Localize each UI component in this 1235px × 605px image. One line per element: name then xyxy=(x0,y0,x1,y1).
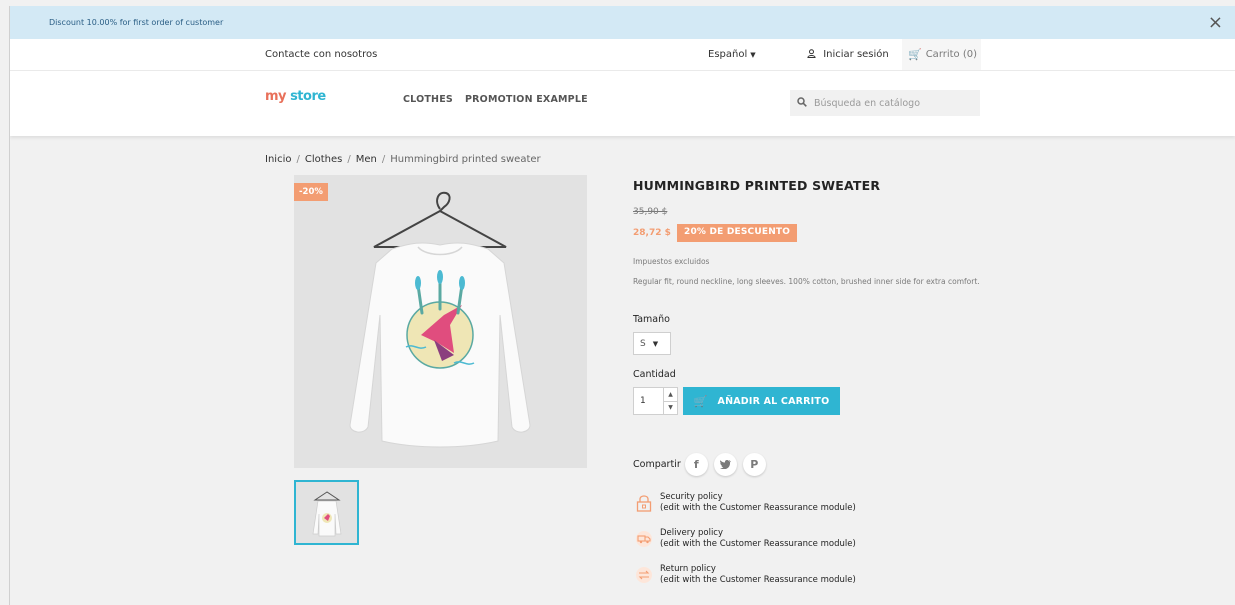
quantity-down-icon[interactable]: ▼ xyxy=(664,402,677,415)
cart-button[interactable]: 🛒 Carrito (0) xyxy=(902,39,981,70)
page: Discount 10.00% for first order of custo… xyxy=(9,6,1235,605)
twitter-icon[interactable] xyxy=(713,453,737,476)
facebook-icon[interactable]: f xyxy=(684,453,708,476)
add-to-cart-button[interactable]: 🛒 AÑADIR AL CARRITO xyxy=(683,387,840,415)
reassurance-subtitle: (edit with the Customer Reassurance modu… xyxy=(660,575,856,585)
top-nav: Contacte con nosotros Español ▼ Iniciar s… xyxy=(10,39,1235,71)
logo-store: store xyxy=(290,89,326,104)
language-label: Español xyxy=(708,49,748,60)
breadcrumb-men[interactable]: Men xyxy=(356,154,377,165)
search-placeholder: Búsqueda en catálogo xyxy=(814,97,921,109)
quantity-label: Cantidad xyxy=(633,369,676,380)
size-value: S xyxy=(640,338,646,349)
quantity-stepper[interactable]: 1 ▲ ▼ xyxy=(633,387,678,415)
size-label: Tamaño xyxy=(633,314,670,325)
search-icon xyxy=(797,96,807,110)
share-section: Compartir f P xyxy=(633,453,766,476)
product-description: Regular fit, round neckline, long sleeve… xyxy=(633,277,980,286)
discount-badge: 20% DE DESCUENTO xyxy=(677,224,798,242)
discount-flag: -20% xyxy=(294,183,328,201)
cart-icon: 🛒 xyxy=(908,48,922,61)
search-input[interactable]: Búsqueda en catálogo xyxy=(790,90,980,116)
quantity-buttons: ▲ ▼ xyxy=(663,388,677,414)
signin-link[interactable]: Iniciar sesión xyxy=(807,49,889,60)
regular-price: 35,90 $ xyxy=(633,207,668,217)
reassurance-item-return: Return policy (edit with the Customer Rea… xyxy=(635,564,856,586)
cart-label: Carrito (0) xyxy=(925,49,978,60)
product-thumbnail[interactable] xyxy=(294,480,359,545)
reassurance-item-security: Security policy (edit with the Customer R… xyxy=(635,492,856,514)
breadcrumb-clothes[interactable]: Clothes xyxy=(305,154,343,165)
sweater-illustration xyxy=(349,191,531,448)
size-select[interactable]: S ▼ xyxy=(633,332,671,355)
language-selector[interactable]: Español ▼ xyxy=(708,49,756,60)
logo-my: my xyxy=(265,89,287,104)
current-price: 28,72 $ xyxy=(633,228,671,238)
reassurance-title: Delivery policy xyxy=(660,528,724,538)
lock-icon xyxy=(635,494,653,512)
breadcrumb-home[interactable]: Inicio xyxy=(265,154,291,165)
promo-bar: Discount 10.00% for first order of custo… xyxy=(10,6,1235,39)
cart-icon: 🛒 xyxy=(693,394,708,408)
thumbnail-image xyxy=(312,490,341,536)
header: my store CLOTHES PROMOTION EXAMPLE Búsqu… xyxy=(10,71,1235,136)
breadcrumb-current: Hummingbird printed sweater xyxy=(390,154,541,165)
pinterest-icon[interactable]: P xyxy=(742,453,766,476)
reassurance-subtitle: (edit with the Customer Reassurance modu… xyxy=(660,503,856,513)
product-title: HUMMINGBIRD PRINTED SWEATER xyxy=(633,178,881,193)
share-label: Compartir xyxy=(633,459,681,470)
quantity-up-icon[interactable]: ▲ xyxy=(664,388,677,402)
quantity-input[interactable]: 1 xyxy=(634,388,663,414)
product-image[interactable]: -20% xyxy=(294,175,587,468)
tax-label: Impuestos excluidos xyxy=(633,257,710,266)
close-icon[interactable]: × xyxy=(1208,13,1223,32)
return-icon xyxy=(635,566,653,584)
reassurance-item-delivery: Delivery policy (edit with the Customer R… xyxy=(635,528,856,550)
nav-clothes[interactable]: CLOTHES xyxy=(403,94,453,105)
nav-promotion-example[interactable]: PROMOTION EXAMPLE xyxy=(465,94,588,105)
add-to-cart-label: AÑADIR AL CARRITO xyxy=(717,395,830,407)
chevron-down-icon: ▼ xyxy=(652,339,659,348)
truck-icon xyxy=(635,530,653,548)
user-icon xyxy=(807,49,819,60)
reassurance-title: Return policy xyxy=(660,564,716,574)
promo-text: Discount 10.00% for first order of custo… xyxy=(49,18,224,27)
reassurance-title: Security policy xyxy=(660,492,723,502)
breadcrumb: Inicio / Clothes / Men / Hummingbird printed s… xyxy=(265,154,541,165)
reassurance-subtitle: (edit with the Customer Reassurance modu… xyxy=(660,539,856,549)
signin-label: Iniciar sesión xyxy=(823,49,889,60)
chevron-down-icon: ▼ xyxy=(750,51,756,59)
contact-link[interactable]: Contacte con nosotros xyxy=(265,49,377,60)
logo[interactable]: my store xyxy=(265,89,326,104)
